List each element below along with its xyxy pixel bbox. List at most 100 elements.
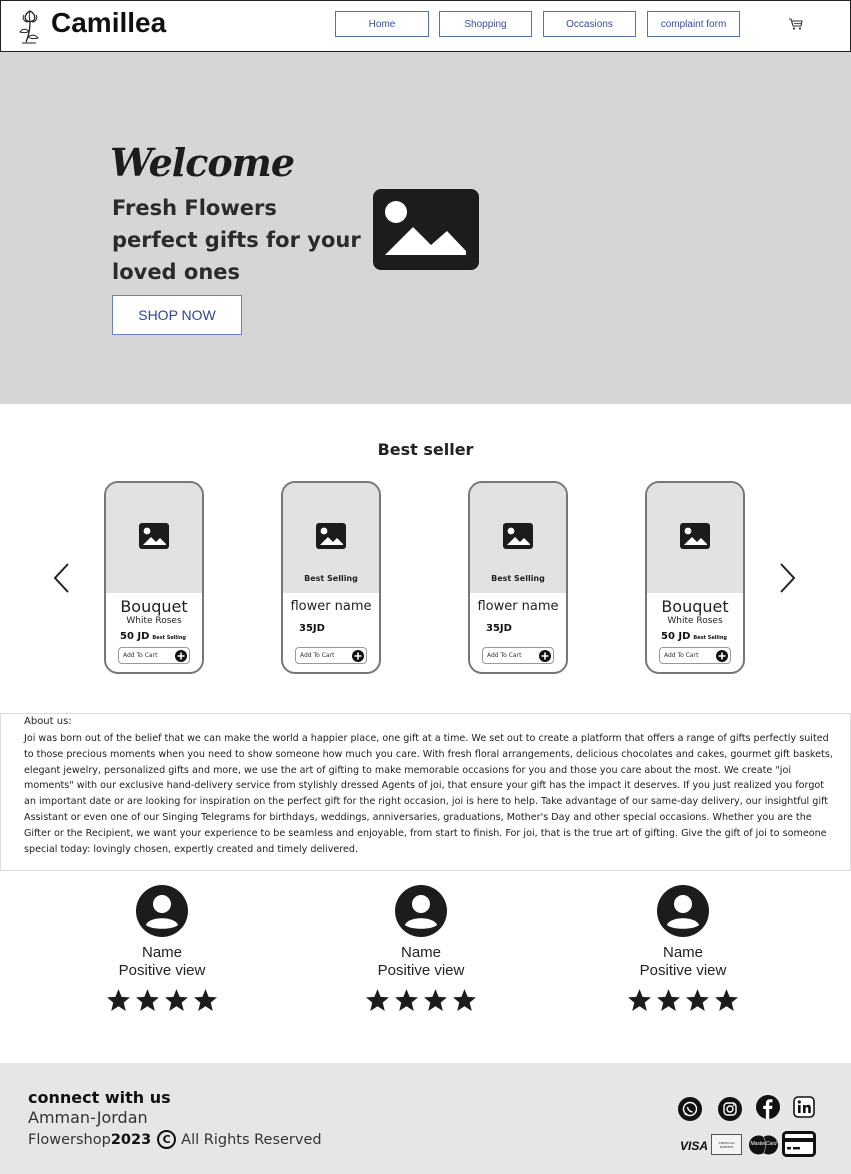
star-icon bbox=[453, 989, 476, 1011]
product-subtitle: White Roses bbox=[126, 616, 182, 626]
product-price: 35JD bbox=[486, 623, 512, 634]
chevron-left-icon[interactable] bbox=[51, 562, 71, 594]
footer-copyright: Flowershop 2023 C All Rights Reserved bbox=[28, 1130, 322, 1149]
amex-logo: AMERICAN EXPRESS bbox=[711, 1134, 742, 1155]
nav-complaint-form[interactable]: complaint form bbox=[647, 11, 740, 37]
product-image-area: Best Selling bbox=[283, 483, 379, 593]
flower-icon bbox=[19, 10, 39, 44]
star-icon bbox=[686, 989, 709, 1011]
product-image-area bbox=[647, 483, 743, 593]
product-image-area: Best Selling bbox=[470, 483, 566, 593]
star-rating bbox=[613, 988, 753, 1012]
whatsapp-icon[interactable] bbox=[678, 1097, 702, 1121]
nav-occasions[interactable]: Occasions bbox=[543, 11, 636, 37]
product-price: 35JD bbox=[299, 623, 325, 634]
review-card: Name Positive view bbox=[613, 884, 753, 1012]
about-section: About us: Joi was born out of the belief… bbox=[0, 713, 851, 871]
reviewer-name: Name bbox=[400, 944, 441, 961]
star-icon bbox=[107, 989, 130, 1011]
review-card: Name Positive view bbox=[92, 884, 232, 1012]
review-card: Name Positive view bbox=[351, 884, 491, 1012]
copyright-icon: C bbox=[157, 1130, 177, 1149]
footer-rights: All Rights Reserved bbox=[181, 1131, 322, 1148]
user-avatar-icon bbox=[395, 885, 447, 937]
linkedin-icon[interactable] bbox=[793, 1096, 815, 1118]
star-icon bbox=[194, 989, 217, 1011]
footer-location: Amman-Jordan bbox=[28, 1108, 148, 1127]
visa-logo: VISA bbox=[680, 1139, 709, 1153]
product-title: flower name bbox=[477, 599, 559, 614]
star-icon bbox=[657, 989, 680, 1011]
star-rating bbox=[351, 988, 491, 1012]
star-icon bbox=[366, 989, 389, 1011]
plus-circle-icon bbox=[175, 650, 187, 662]
star-icon bbox=[136, 989, 159, 1011]
image-placeholder-icon bbox=[680, 523, 710, 549]
footer-title: connect with us bbox=[28, 1088, 171, 1107]
site-footer: connect with us Amman-Jordan Flowershop 2… bbox=[0, 1063, 851, 1174]
site-header: Camillea Home Shopping Occasions complai… bbox=[0, 0, 851, 53]
cart-icon[interactable] bbox=[788, 17, 804, 31]
footer-brand: Flowershop bbox=[28, 1131, 111, 1148]
product-card[interactable]: Bouquet White Roses 50 JD Best Selling Ad… bbox=[645, 481, 745, 674]
product-card[interactable]: Best Selling flower name 35JD Add To Car… bbox=[281, 481, 381, 674]
add-to-cart-label: Add To Cart bbox=[123, 652, 158, 659]
hero-banner: Welcome Fresh Flowers perfect gifts for … bbox=[0, 52, 851, 404]
image-placeholder-icon bbox=[373, 189, 479, 270]
chevron-right-icon[interactable] bbox=[778, 562, 798, 594]
star-rating bbox=[92, 988, 232, 1012]
welcome-heading: Welcome bbox=[110, 140, 295, 185]
credit-card-icon bbox=[782, 1131, 816, 1157]
product-image-area bbox=[106, 483, 202, 593]
image-placeholder-icon bbox=[503, 523, 533, 549]
product-title: flower name bbox=[290, 599, 372, 614]
reviewer-name: Name bbox=[662, 944, 703, 961]
about-text: Joi was born out of the belief that we c… bbox=[24, 733, 833, 855]
user-avatar-icon bbox=[136, 885, 188, 937]
product-price: 50 JD Best Selling bbox=[661, 631, 728, 642]
plus-circle-icon bbox=[352, 650, 364, 662]
best-selling-badge: Best Selling bbox=[693, 635, 728, 641]
product-subtitle: White Roses bbox=[667, 616, 723, 626]
nav-shopping[interactable]: Shopping bbox=[439, 11, 532, 37]
add-to-cart-button[interactable]: Add To Cart bbox=[118, 647, 190, 664]
user-avatar-icon bbox=[657, 885, 709, 937]
image-placeholder-icon bbox=[139, 523, 169, 549]
add-to-cart-button[interactable]: Add To Cart bbox=[659, 647, 731, 664]
add-to-cart-label: Add To Cart bbox=[664, 652, 699, 659]
best-selling-badge: Best Selling bbox=[304, 574, 358, 583]
instagram-icon[interactable] bbox=[718, 1097, 742, 1121]
best-selling-badge: Best Selling bbox=[152, 635, 187, 641]
review-text: Positive view bbox=[639, 962, 727, 979]
review-text: Positive view bbox=[118, 962, 206, 979]
hero-tagline: Fresh Flowers perfect gifts for your lov… bbox=[112, 196, 361, 284]
add-to-cart-button[interactable]: Add To Cart bbox=[482, 647, 554, 664]
nav-home[interactable]: Home bbox=[335, 11, 429, 37]
add-to-cart-label: Add To Cart bbox=[300, 652, 335, 659]
review-text: Positive view bbox=[377, 962, 465, 979]
footer-year: 2023 bbox=[110, 1131, 152, 1148]
plus-circle-icon bbox=[539, 650, 551, 662]
star-icon bbox=[715, 989, 738, 1011]
product-title: Bouquet bbox=[120, 597, 188, 616]
best-seller-title: Best seller bbox=[377, 440, 474, 459]
star-icon bbox=[395, 989, 418, 1011]
star-icon bbox=[424, 989, 447, 1011]
facebook-icon[interactable] bbox=[756, 1095, 780, 1119]
shop-now-button[interactable]: SHOP NOW bbox=[112, 295, 242, 335]
product-title: Bouquet bbox=[661, 597, 729, 616]
product-price: 50 JD Best Selling bbox=[120, 631, 187, 642]
add-to-cart-button[interactable]: Add To Cart bbox=[295, 647, 367, 664]
image-placeholder-icon bbox=[316, 523, 346, 549]
product-card[interactable]: Bouquet White Roses 50 JD Best Selling Ad… bbox=[104, 481, 204, 674]
mastercard-label: MasterCard bbox=[750, 1141, 777, 1147]
star-icon bbox=[165, 989, 188, 1011]
star-icon bbox=[628, 989, 651, 1011]
add-to-cart-label: Add To Cart bbox=[487, 652, 522, 659]
best-selling-badge: Best Selling bbox=[491, 574, 545, 583]
product-card[interactable]: Best Selling flower name 35JD Add To Car… bbox=[468, 481, 568, 674]
about-title: About us: bbox=[24, 716, 72, 727]
reviewer-name: Name bbox=[141, 944, 182, 961]
brand-name[interactable]: Camillea bbox=[51, 7, 166, 39]
plus-circle-icon bbox=[716, 650, 728, 662]
